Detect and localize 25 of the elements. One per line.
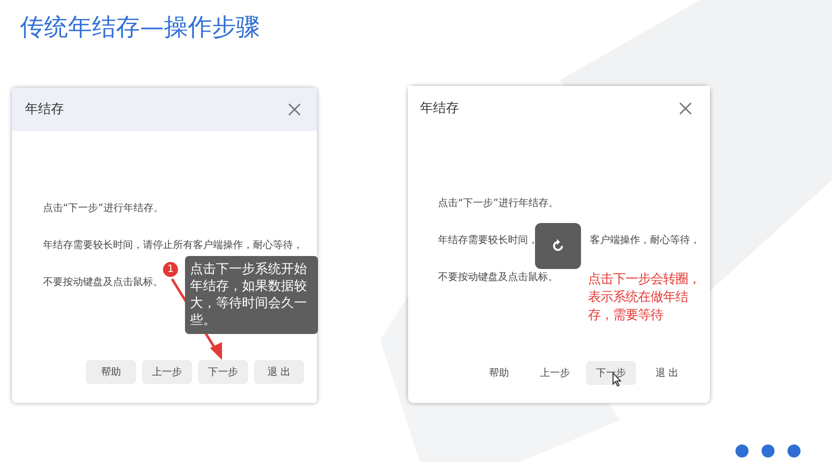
pagination-dots (735, 444, 801, 458)
message-text: 年结存需要较长时间，请停止所有客户端操作，耐心等待， (43, 238, 303, 253)
annotation-text: 点击下一步会转圈，表示系统在做年结存，需要等待 (588, 271, 702, 325)
message-text: 点击“下一步”进行年结存。 (438, 196, 558, 211)
dialog-button[interactable]: 帮助 (474, 361, 524, 385)
dialog-button[interactable]: 上一步 (142, 360, 192, 384)
message-text: 不要按动键盘及点击鼠标。 (438, 270, 558, 285)
message-text: 不要按动键盘及点击鼠标。 (43, 276, 163, 290)
dialog-button[interactable]: 下一步 (586, 361, 636, 385)
dialog-title: 年结存 (420, 100, 459, 118)
close-icon[interactable] (288, 103, 301, 116)
dialog-button[interactable]: 下一步 (198, 360, 248, 384)
refresh-icon (551, 239, 565, 253)
dialog-button[interactable]: 上一步 (530, 361, 580, 385)
message-text: 客户端操作，耐心等待， (590, 234, 700, 248)
dialog-title: 年结存 (25, 100, 64, 119)
message-text: 点击“下一步”进行年结存。 (43, 202, 164, 216)
tooltip-text: 点击下一步系统开始年结存，如果数据较大，等待时间会久一些。 (185, 256, 318, 334)
slide-title: 传统年结存—操作步骤 (20, 12, 261, 42)
message-text: 年结存需要较长时间， (438, 234, 538, 248)
dialog-button[interactable]: 退 出 (642, 361, 692, 385)
step-badge: 1 (163, 262, 178, 277)
dialog-button[interactable]: 帮助 (86, 360, 136, 384)
close-icon[interactable] (679, 102, 692, 115)
dialog-button[interactable]: 退 出 (254, 360, 304, 384)
